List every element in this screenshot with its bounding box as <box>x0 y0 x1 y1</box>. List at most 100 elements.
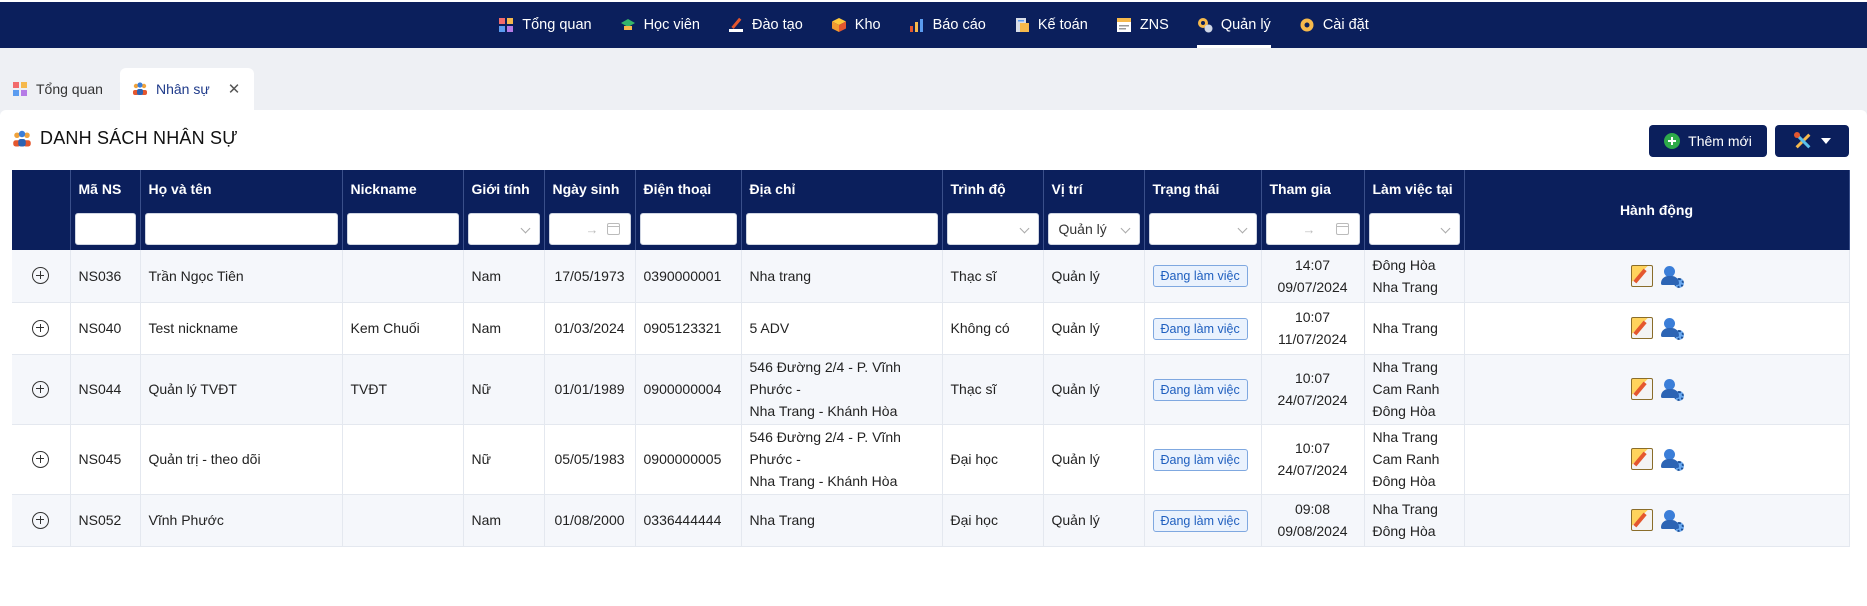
column-header-level[interactable]: Trình độ <box>942 170 1044 208</box>
table-row[interactable]: NS036 Trần Ngọc Tiên Nam 17/05/1973 03900000… <box>12 250 1850 303</box>
user-settings-icon[interactable] <box>1660 265 1684 288</box>
user-settings-icon[interactable] <box>1660 378 1684 401</box>
cell-position: Quản lý <box>1043 354 1145 425</box>
edit-icon[interactable] <box>1630 264 1653 287</box>
expand-row-icon[interactable] <box>32 319 50 337</box>
column-header-actions: Hành động <box>1464 170 1850 250</box>
filter-name-input[interactable] <box>144 213 338 245</box>
column-header-phone[interactable]: Điện thoại <box>635 170 742 208</box>
cell-text: 05/05/1983 <box>554 451 625 467</box>
nav-item-7[interactable]: Quản lý <box>1183 2 1285 48</box>
settings-icon <box>1299 17 1315 33</box>
expand-row-icon[interactable] <box>32 267 50 285</box>
nav-item-4[interactable]: Báo cáo <box>895 2 1000 48</box>
filter-phone-input[interactable] <box>639 213 737 245</box>
cell-text: Nữ <box>471 451 491 467</box>
cell-name: Quản trị - theo dõi <box>140 424 343 495</box>
cell-name: Quản lý TVĐT <box>140 354 343 425</box>
cell-joined: 10:07 11/07/2024 <box>1261 302 1365 355</box>
column-header-joined[interactable]: Tham gia <box>1261 170 1365 208</box>
filter-workplace-select[interactable] <box>1368 213 1460 245</box>
filter-joined-range[interactable]: → <box>1265 213 1360 245</box>
tab-personnel[interactable]: Nhân sự ✕ <box>120 68 254 110</box>
tools-icon <box>1793 131 1813 151</box>
status-badge: Đang làm việc <box>1152 317 1248 340</box>
cell-phone: 0336444444 <box>635 494 742 547</box>
column-header-position[interactable]: Vị trí <box>1043 170 1145 208</box>
close-icon[interactable]: ✕ <box>228 80 241 98</box>
page-title-text: DANH SÁCH NHÂN SỰ <box>40 128 238 148</box>
cell-id: NS040 <box>70 302 141 355</box>
nav-item-1[interactable]: Học viên <box>606 2 714 48</box>
edit-icon[interactable] <box>1630 317 1653 339</box>
edit-icon[interactable] <box>1630 509 1653 531</box>
table-row[interactable]: NS040 Test nickname Kem Chuối Nam 01/03/2024… <box>12 302 1850 355</box>
user-settings-icon[interactable] <box>1660 509 1684 532</box>
nav-item-label: Báo cáo <box>932 17 986 33</box>
cell-text: 0905123321 <box>643 320 722 336</box>
column-header-name[interactable]: Họ và tên <box>140 170 343 208</box>
nav-item-5[interactable]: Kế toán <box>1000 2 1102 48</box>
nav-item-2[interactable]: Đào tạo <box>714 2 817 48</box>
cell-joined: 10:07 24/07/2024 <box>1261 424 1365 495</box>
arrow-right-icon: → <box>1302 222 1316 237</box>
table-row[interactable]: NS044 Quản lý TVĐT TVĐT Nữ 01/01/1989 0900000… <box>12 354 1850 425</box>
cell-status: Đang làm việc <box>1144 302 1262 355</box>
accounting-icon <box>1014 17 1030 33</box>
column-header-nickname[interactable]: Nickname <box>342 170 464 208</box>
cell-id: NS052 <box>70 494 141 547</box>
add-new-button[interactable]: Thêm mới <box>1649 125 1767 157</box>
cell-line: 546 Đường 2/4 - P. Vĩnh Phước - <box>749 359 901 397</box>
expand-row-icon[interactable] <box>32 450 50 468</box>
cell-id: NS044 <box>70 354 141 425</box>
column-header-workplace[interactable]: Làm việc tại <box>1364 170 1465 208</box>
column-header-id[interactable]: Mã NS <box>70 170 141 208</box>
cell-expand <box>12 354 71 425</box>
cell-phone: 0900000005 <box>635 424 742 495</box>
filter-dob-range[interactable]: → <box>548 213 631 245</box>
cell-joined: 09:08 09/08/2024 <box>1261 494 1365 547</box>
cell-position: Quản lý <box>1043 494 1145 547</box>
edit-icon[interactable] <box>1630 448 1653 470</box>
cell-dob: 01/08/2000 <box>544 494 636 547</box>
table-row[interactable]: NS052 Vĩnh Phước Nam 01/08/2000 0336444444 Nh… <box>12 494 1850 547</box>
user-settings-icon[interactable] <box>1660 317 1684 340</box>
filter-position-select[interactable]: Quản lý <box>1047 213 1140 245</box>
nav-item-label: ZNS <box>1139 17 1169 33</box>
cell-text: Đại học <box>950 512 998 528</box>
cell-line: Đông Hòa <box>1372 403 1436 419</box>
status-badge: Đang làm việc <box>1152 448 1248 471</box>
table-row[interactable]: NS045 Quản trị - theo dõi Nữ 05/05/1983 0900… <box>12 424 1850 495</box>
filter-level-select[interactable] <box>946 213 1039 245</box>
cell-gender: Nữ <box>463 354 545 425</box>
cell-phone: 0390000001 <box>635 250 742 303</box>
column-header-address[interactable]: Địa chỉ <box>741 170 943 208</box>
dashboard-icon <box>498 17 514 33</box>
expand-row-icon[interactable] <box>32 511 50 529</box>
edit-icon[interactable] <box>1630 378 1653 400</box>
filter-address-input[interactable] <box>745 213 938 245</box>
staff-icon <box>132 81 148 97</box>
nav-item-0[interactable]: Tổng quan <box>484 2 605 48</box>
chevron-down-icon <box>520 223 530 234</box>
filter-status-select[interactable] <box>1148 213 1257 245</box>
filter-gender-select[interactable] <box>467 213 540 245</box>
cell-text: Quản lý <box>1051 512 1100 528</box>
filter-id-input[interactable] <box>74 213 136 245</box>
expand-row-icon[interactable] <box>32 380 50 398</box>
nav-item-6[interactable]: ZNS <box>1102 2 1183 48</box>
tab-label: Tổng quan <box>36 81 103 97</box>
column-header-status[interactable]: Trạng thái <box>1144 170 1262 208</box>
nav-item-8[interactable]: Cài đặt <box>1285 2 1383 48</box>
tab-overview[interactable]: Tổng quan <box>0 68 116 110</box>
bar-chart-icon <box>909 17 925 33</box>
column-header-dob[interactable]: Ngày sinh <box>544 170 636 208</box>
row-actions <box>1473 378 1841 401</box>
cell-text: Nữ <box>471 381 491 397</box>
user-settings-icon[interactable] <box>1660 448 1684 471</box>
filter-nickname-input[interactable] <box>346 213 459 245</box>
column-header-gender[interactable]: Giới tính <box>463 170 545 208</box>
nav-item-3[interactable]: Kho <box>817 2 895 48</box>
cell-joined: 10:07 24/07/2024 <box>1261 354 1365 425</box>
tools-dropdown-button[interactable] <box>1775 125 1849 157</box>
